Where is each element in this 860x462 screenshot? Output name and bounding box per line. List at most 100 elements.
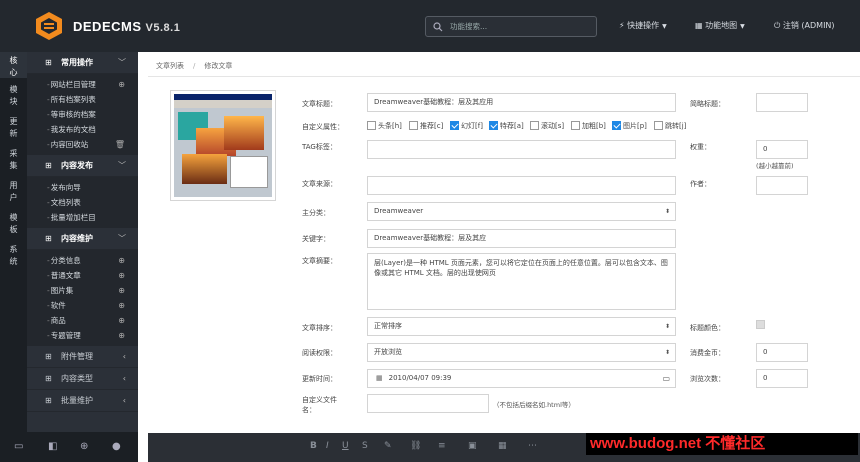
sidebar-item-doc-list[interactable]: -文档列表 <box>27 195 138 210</box>
caret-down-icon: ▼ <box>740 23 745 30</box>
attr-checkbox[interactable]: 加粗[b] <box>571 121 606 131</box>
sidebar-item-batch-add[interactable]: -批量增加栏目 <box>27 210 138 225</box>
attr-checkbox[interactable]: 图片[p] <box>612 121 647 131</box>
title-color-picker[interactable] <box>756 320 765 329</box>
table-icon[interactable]: ▦ <box>498 441 507 451</box>
sidebar-item-all-archives[interactable]: -所有档案列表 <box>27 92 138 107</box>
rail-item-collect[interactable]: 采集 <box>0 142 27 174</box>
sidebar-item-my-docs[interactable]: -我发布的文档 <box>27 122 138 137</box>
title-input[interactable]: Dreamweaver基础教程：层及其应用 <box>367 93 676 112</box>
dedecms-logo-icon[interactable] <box>33 10 65 42</box>
sort-select[interactable]: 正常排序 ⬍ <box>367 317 676 336</box>
checkbox-checked-icon[interactable] <box>612 121 621 130</box>
tag-input[interactable] <box>367 140 676 159</box>
select-arrows-icon: ⬍ <box>664 208 670 215</box>
list-icon[interactable]: ≡ <box>438 441 446 451</box>
weight-hint: (越小越靠前) <box>756 162 794 170</box>
update-time-input[interactable]: ▦ 2010/04/07 09:39 ▭ <box>367 369 676 388</box>
author-input[interactable] <box>756 176 808 195</box>
search-input[interactable]: 功能搜索... <box>425 16 597 37</box>
checkbox-empty-icon[interactable] <box>530 121 539 130</box>
sidebar-item-topics[interactable]: -专题管理 ⊕ <box>27 328 138 343</box>
search-icon <box>433 22 443 32</box>
rail-item-system[interactable]: 系统 <box>0 238 27 270</box>
source-icon[interactable]: ⋯ <box>528 441 537 451</box>
globe-icon[interactable]: ⊕ <box>80 441 88 452</box>
sidebar-item-column-manage[interactable]: -网站栏目管理 ⊕ <box>27 77 138 92</box>
keywords-label: 关键字： <box>302 235 330 243</box>
plus-circle-icon[interactable]: ⊕ <box>118 283 125 298</box>
weight-input[interactable]: 0 <box>756 140 808 159</box>
attr-checkbox-label: 跳转[j] <box>665 122 687 130</box>
italic-icon[interactable]: I <box>326 441 329 451</box>
category-select[interactable]: Dreamweaver ⬍ <box>367 202 676 221</box>
underline-icon[interactable]: U <box>342 441 349 451</box>
sidebar-item-classified[interactable]: -分类信息 ⊕ <box>27 253 138 268</box>
sidebar-group-attachments[interactable]: ⊞ 附件管理 ‹ <box>27 346 138 368</box>
panel-icon[interactable]: ◧ <box>48 441 57 452</box>
rail-item-module[interactable]: 模块 <box>0 78 27 110</box>
sidebar-item-software[interactable]: -软件 ⊕ <box>27 298 138 313</box>
sidebar-item-publish-wizard[interactable]: -发布向导 <box>27 180 138 195</box>
keywords-input[interactable]: Dreamweaver基础教程：层及其应 <box>367 229 676 248</box>
views-input[interactable]: 0 <box>756 369 808 388</box>
attr-checkbox[interactable]: 推荐[c] <box>409 121 443 131</box>
sidebar-item-articles[interactable]: -普通文章 ⊕ <box>27 268 138 283</box>
calendar-picker-icon[interactable]: ▭ <box>662 370 670 387</box>
coins-input[interactable]: 0 <box>756 343 808 362</box>
checkbox-empty-icon[interactable] <box>571 121 580 130</box>
plus-circle-icon[interactable]: ⊕ <box>118 253 125 268</box>
plus-circle-icon[interactable]: ⊕ <box>118 77 125 92</box>
plus-circle-icon[interactable]: ⊕ <box>118 328 125 343</box>
plus-circle-icon[interactable]: ⊕ <box>118 313 125 328</box>
format-icon[interactable]: ✎ <box>384 441 392 451</box>
checkbox-empty-icon[interactable] <box>409 121 418 130</box>
filename-input[interactable] <box>367 394 489 413</box>
checkbox-empty-icon[interactable] <box>654 121 663 130</box>
sidebar-item-recycle[interactable]: -内容回收站 🗑 <box>27 137 138 152</box>
tag-label: TAG标签： <box>302 143 337 151</box>
source-input[interactable] <box>367 176 676 195</box>
sidebar-item-gallery[interactable]: -图片集 ⊕ <box>27 283 138 298</box>
sidebar-group-publish[interactable]: ⊞ 内容发布 ﹀ <box>27 155 138 177</box>
category-label: 主分类： <box>302 209 330 217</box>
rail-item-update[interactable]: 更新 <box>0 110 27 142</box>
logout-link[interactable]: ⏻ 注销 (ADMIN) <box>774 20 835 31</box>
breadcrumb-parent[interactable]: 文章列表 <box>156 62 184 70</box>
sidebar-group-common[interactable]: ⊞ 常用操作 ﹀ <box>27 52 138 74</box>
trash-icon[interactable]: 🗑 <box>115 137 125 152</box>
short-title-input[interactable] <box>756 93 808 112</box>
checkbox-checked-icon[interactable] <box>450 121 459 130</box>
github-icon[interactable]: ● <box>112 441 121 452</box>
rail-item-template[interactable]: 模板 <box>0 206 27 238</box>
attr-checkbox[interactable]: 滚动[s] <box>530 121 564 131</box>
window-icon[interactable]: ▭ <box>14 441 23 452</box>
attr-checkbox[interactable]: 幻灯[f] <box>450 121 483 131</box>
attr-checkbox[interactable]: 跳转[j] <box>654 121 686 131</box>
attr-checkbox[interactable]: 头条[h] <box>367 121 402 131</box>
chevron-left-icon: ‹ <box>122 374 126 383</box>
quick-ops-menu[interactable]: ⚡ 快捷操作 ▼ <box>619 20 667 31</box>
read-perm-select[interactable]: 开放浏览 ⬍ <box>367 343 676 362</box>
grid-icon: ⊞ <box>45 234 52 243</box>
sidebar-item-products[interactable]: -商品 ⊕ <box>27 313 138 328</box>
sidebar-group-content-types[interactable]: ⊞ 内容类型 ‹ <box>27 368 138 390</box>
link-icon[interactable]: ⛓ <box>410 441 421 451</box>
article-thumbnail[interactable] <box>170 90 276 201</box>
image-icon[interactable]: ▣ <box>468 441 477 451</box>
sidebar-group-maintain[interactable]: ⊞ 内容维护 ﹀ <box>27 228 138 250</box>
plus-circle-icon[interactable]: ⊕ <box>118 298 125 313</box>
sidebar-item-pending[interactable]: -等审核的档案 <box>27 107 138 122</box>
rail-item-core[interactable]: 核心 <box>0 52 27 78</box>
attr-checkbox[interactable]: 特荐[a] <box>489 121 524 131</box>
checkbox-checked-icon[interactable] <box>489 121 498 130</box>
checkbox-empty-icon[interactable] <box>367 121 376 130</box>
plus-circle-icon[interactable]: ⊕ <box>118 268 125 283</box>
rail-item-user[interactable]: 用户 <box>0 174 27 206</box>
bold-icon[interactable]: B <box>310 441 317 451</box>
summary-textarea[interactable]: 层(Layer)是一种 HTML 页面元素，您可以将它定位在页面上的任意位置。层… <box>367 253 676 310</box>
views-label: 浏览次数： <box>690 375 725 383</box>
site-map-menu[interactable]: ▦ 功能地图 ▼ <box>695 20 745 31</box>
strike-icon[interactable]: S <box>362 441 368 451</box>
sidebar-group-batch[interactable]: ⊞ 批量维护 ‹ <box>27 390 138 412</box>
